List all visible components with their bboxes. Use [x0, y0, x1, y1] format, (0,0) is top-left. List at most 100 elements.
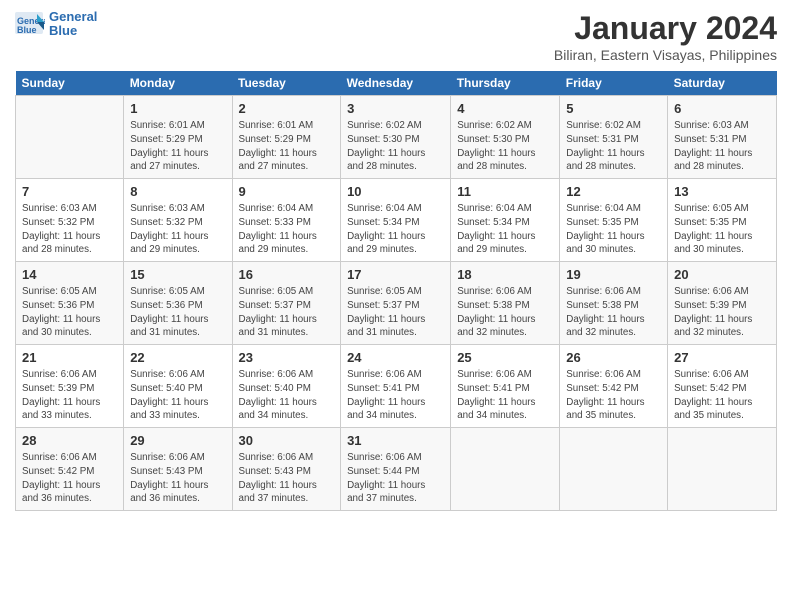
day-info: Sunrise: 6:06 AM Sunset: 5:38 PM Dayligh…: [457, 285, 553, 340]
day-number: 30: [239, 432, 335, 450]
day-number: 6: [674, 100, 770, 118]
day-cell: 27Sunrise: 6:06 AM Sunset: 5:42 PM Dayli…: [668, 345, 777, 428]
day-info: Sunrise: 6:06 AM Sunset: 5:43 PM Dayligh…: [130, 451, 225, 506]
day-info: Sunrise: 6:06 AM Sunset: 5:40 PM Dayligh…: [130, 368, 225, 423]
header: General Blue General Blue January 2024 B…: [15, 10, 777, 63]
day-info: Sunrise: 6:04 AM Sunset: 5:33 PM Dayligh…: [239, 202, 335, 257]
day-cell: 2Sunrise: 6:01 AM Sunset: 5:29 PM Daylig…: [232, 96, 341, 179]
day-number: 29: [130, 432, 225, 450]
day-number: 18: [457, 266, 553, 284]
day-info: Sunrise: 6:03 AM Sunset: 5:32 PM Dayligh…: [22, 202, 117, 257]
day-info: Sunrise: 6:06 AM Sunset: 5:40 PM Dayligh…: [239, 368, 335, 423]
day-cell: 28Sunrise: 6:06 AM Sunset: 5:42 PM Dayli…: [16, 428, 124, 511]
day-cell: 15Sunrise: 6:05 AM Sunset: 5:36 PM Dayli…: [124, 262, 232, 345]
day-cell: 3Sunrise: 6:02 AM Sunset: 5:30 PM Daylig…: [341, 96, 451, 179]
day-number: 11: [457, 183, 553, 201]
day-cell: 12Sunrise: 6:04 AM Sunset: 5:35 PM Dayli…: [560, 179, 668, 262]
day-cell: 1Sunrise: 6:01 AM Sunset: 5:29 PM Daylig…: [124, 96, 232, 179]
day-number: 2: [239, 100, 335, 118]
week-row-3: 14Sunrise: 6:05 AM Sunset: 5:36 PM Dayli…: [16, 262, 777, 345]
day-cell: 7Sunrise: 6:03 AM Sunset: 5:32 PM Daylig…: [16, 179, 124, 262]
day-number: 14: [22, 266, 117, 284]
day-cell: 10Sunrise: 6:04 AM Sunset: 5:34 PM Dayli…: [341, 179, 451, 262]
day-cell: 21Sunrise: 6:06 AM Sunset: 5:39 PM Dayli…: [16, 345, 124, 428]
day-number: 10: [347, 183, 444, 201]
header-monday: Monday: [124, 71, 232, 96]
day-number: 26: [566, 349, 661, 367]
day-number: 27: [674, 349, 770, 367]
day-cell: 19Sunrise: 6:06 AM Sunset: 5:38 PM Dayli…: [560, 262, 668, 345]
subtitle: Biliran, Eastern Visayas, Philippines: [554, 47, 777, 63]
day-cell: 9Sunrise: 6:04 AM Sunset: 5:33 PM Daylig…: [232, 179, 341, 262]
day-info: Sunrise: 6:05 AM Sunset: 5:36 PM Dayligh…: [130, 285, 225, 340]
day-cell: 6Sunrise: 6:03 AM Sunset: 5:31 PM Daylig…: [668, 96, 777, 179]
day-info: Sunrise: 6:05 AM Sunset: 5:37 PM Dayligh…: [239, 285, 335, 340]
main-title: January 2024: [554, 10, 777, 47]
header-friday: Friday: [560, 71, 668, 96]
day-info: Sunrise: 6:06 AM Sunset: 5:41 PM Dayligh…: [457, 368, 553, 423]
day-cell: 13Sunrise: 6:05 AM Sunset: 5:35 PM Dayli…: [668, 179, 777, 262]
day-info: Sunrise: 6:02 AM Sunset: 5:30 PM Dayligh…: [347, 119, 444, 174]
header-wednesday: Wednesday: [341, 71, 451, 96]
day-number: 15: [130, 266, 225, 284]
day-info: Sunrise: 6:06 AM Sunset: 5:44 PM Dayligh…: [347, 451, 444, 506]
day-cell: 20Sunrise: 6:06 AM Sunset: 5:39 PM Dayli…: [668, 262, 777, 345]
day-info: Sunrise: 6:06 AM Sunset: 5:42 PM Dayligh…: [566, 368, 661, 423]
day-info: Sunrise: 6:05 AM Sunset: 5:35 PM Dayligh…: [674, 202, 770, 257]
day-info: Sunrise: 6:06 AM Sunset: 5:41 PM Dayligh…: [347, 368, 444, 423]
day-cell: 29Sunrise: 6:06 AM Sunset: 5:43 PM Dayli…: [124, 428, 232, 511]
day-info: Sunrise: 6:06 AM Sunset: 5:43 PM Dayligh…: [239, 451, 335, 506]
day-number: 25: [457, 349, 553, 367]
logo-icon: General Blue: [15, 12, 45, 36]
day-info: Sunrise: 6:01 AM Sunset: 5:29 PM Dayligh…: [130, 119, 225, 174]
day-number: 13: [674, 183, 770, 201]
day-info: Sunrise: 6:02 AM Sunset: 5:31 PM Dayligh…: [566, 119, 661, 174]
day-number: 16: [239, 266, 335, 284]
day-number: 4: [457, 100, 553, 118]
day-cell: 4Sunrise: 6:02 AM Sunset: 5:30 PM Daylig…: [451, 96, 560, 179]
logo-text: General Blue: [49, 10, 97, 39]
day-info: Sunrise: 6:05 AM Sunset: 5:36 PM Dayligh…: [22, 285, 117, 340]
day-cell: 5Sunrise: 6:02 AM Sunset: 5:31 PM Daylig…: [560, 96, 668, 179]
day-cell: [668, 428, 777, 511]
day-cell: 22Sunrise: 6:06 AM Sunset: 5:40 PM Dayli…: [124, 345, 232, 428]
day-cell: 14Sunrise: 6:05 AM Sunset: 5:36 PM Dayli…: [16, 262, 124, 345]
day-info: Sunrise: 6:03 AM Sunset: 5:31 PM Dayligh…: [674, 119, 770, 174]
logo: General Blue General Blue: [15, 10, 97, 39]
day-info: Sunrise: 6:06 AM Sunset: 5:42 PM Dayligh…: [22, 451, 117, 506]
day-number: 7: [22, 183, 117, 201]
day-cell: 25Sunrise: 6:06 AM Sunset: 5:41 PM Dayli…: [451, 345, 560, 428]
header-saturday: Saturday: [668, 71, 777, 96]
week-row-5: 28Sunrise: 6:06 AM Sunset: 5:42 PM Dayli…: [16, 428, 777, 511]
day-number: 22: [130, 349, 225, 367]
day-info: Sunrise: 6:06 AM Sunset: 5:39 PM Dayligh…: [674, 285, 770, 340]
day-number: 17: [347, 266, 444, 284]
day-info: Sunrise: 6:04 AM Sunset: 5:34 PM Dayligh…: [457, 202, 553, 257]
day-info: Sunrise: 6:01 AM Sunset: 5:29 PM Dayligh…: [239, 119, 335, 174]
day-number: 5: [566, 100, 661, 118]
header-thursday: Thursday: [451, 71, 560, 96]
day-number: 8: [130, 183, 225, 201]
day-info: Sunrise: 6:06 AM Sunset: 5:39 PM Dayligh…: [22, 368, 117, 423]
day-number: 19: [566, 266, 661, 284]
day-number: 21: [22, 349, 117, 367]
calendar-header-row: SundayMondayTuesdayWednesdayThursdayFrid…: [16, 71, 777, 96]
day-info: Sunrise: 6:03 AM Sunset: 5:32 PM Dayligh…: [130, 202, 225, 257]
day-cell: 18Sunrise: 6:06 AM Sunset: 5:38 PM Dayli…: [451, 262, 560, 345]
day-number: 3: [347, 100, 444, 118]
day-cell: [451, 428, 560, 511]
page-container: General Blue General Blue January 2024 B…: [0, 0, 792, 521]
day-number: 12: [566, 183, 661, 201]
calendar-table: SundayMondayTuesdayWednesdayThursdayFrid…: [15, 71, 777, 511]
day-info: Sunrise: 6:04 AM Sunset: 5:34 PM Dayligh…: [347, 202, 444, 257]
svg-text:Blue: Blue: [17, 25, 37, 35]
title-area: January 2024 Biliran, Eastern Visayas, P…: [554, 10, 777, 63]
day-cell: [560, 428, 668, 511]
day-number: 28: [22, 432, 117, 450]
day-number: 24: [347, 349, 444, 367]
week-row-4: 21Sunrise: 6:06 AM Sunset: 5:39 PM Dayli…: [16, 345, 777, 428]
day-cell: 11Sunrise: 6:04 AM Sunset: 5:34 PM Dayli…: [451, 179, 560, 262]
day-number: 20: [674, 266, 770, 284]
day-number: 31: [347, 432, 444, 450]
day-cell: 8Sunrise: 6:03 AM Sunset: 5:32 PM Daylig…: [124, 179, 232, 262]
